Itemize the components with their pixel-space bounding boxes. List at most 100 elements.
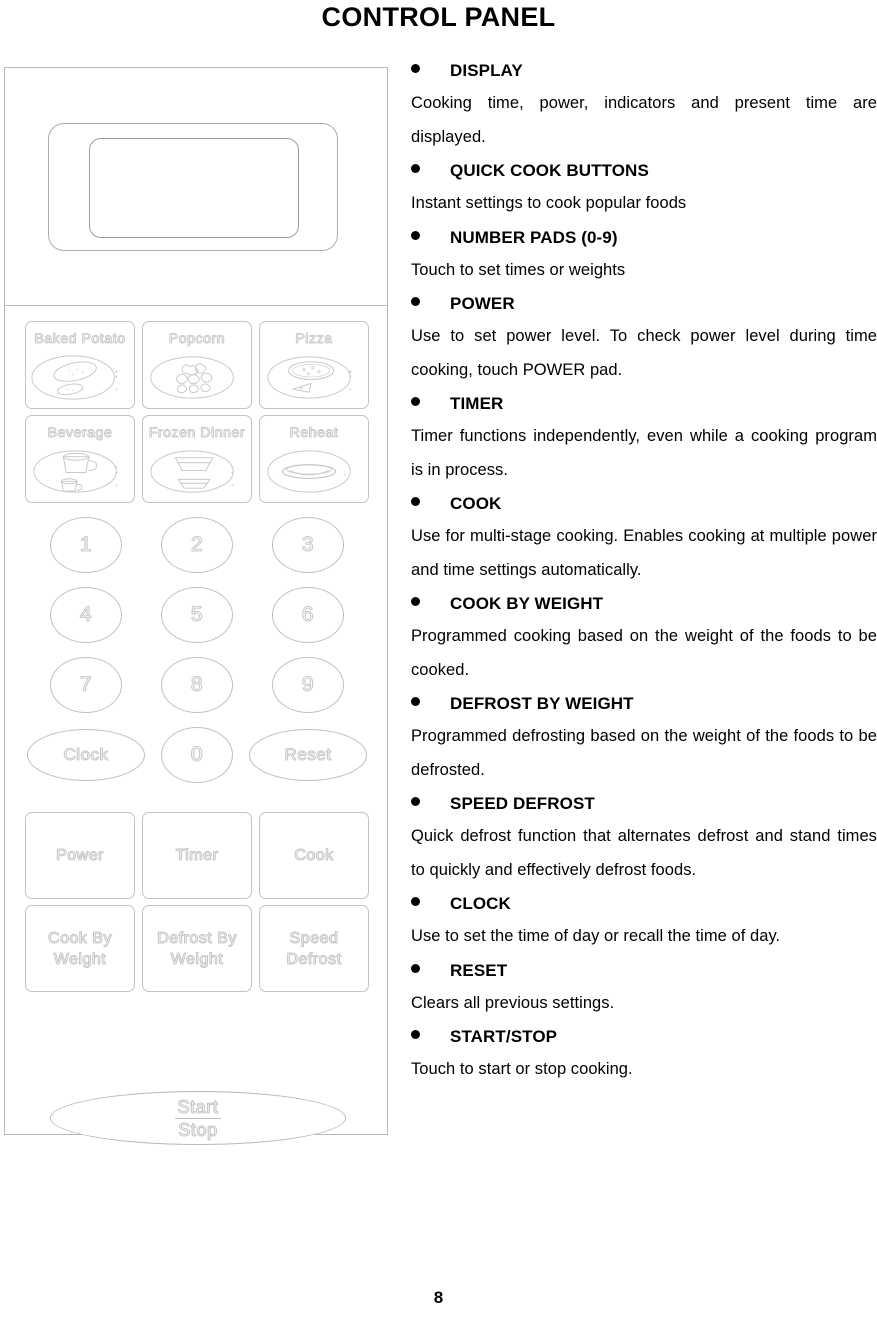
quick-cook-button-baked-potato[interactable]: Baked Potato: [25, 321, 135, 409]
bullet-icon: [411, 597, 420, 606]
defrost-by-weight-button[interactable]: Defrost By Weight: [142, 905, 252, 992]
baked-potato-icon: [31, 355, 118, 400]
description-heading-speed-defrost: SPEED DEFROST: [411, 787, 877, 820]
number-pad-9[interactable]: 9: [272, 657, 344, 713]
description-heading-cook-by-weight: COOK BY WEIGHT: [411, 587, 877, 620]
description-body-timer: Timer functions independently, even whil…: [411, 427, 877, 479]
bullet-icon: [411, 164, 420, 173]
reset-button-label: Reset: [284, 745, 332, 765]
heading-label: RESET: [450, 960, 508, 980]
speed-defrost-button[interactable]: Speed Defrost: [259, 905, 369, 992]
description-heading-display: DISPLAY: [411, 54, 877, 87]
frozen-dinner-icon: [150, 450, 234, 493]
quick-cook-button-beverage[interactable]: Beverage: [25, 415, 135, 503]
start-stop-button[interactable]: Start Stop: [50, 1091, 346, 1145]
power-button-label: Power: [56, 847, 104, 865]
number-pad-2[interactable]: 2: [161, 517, 233, 573]
heading-label: COOK: [450, 494, 502, 513]
stop-label: Stop: [178, 1119, 218, 1140]
description-body-speed-defrost: Quick defrost function that alternates d…: [411, 827, 877, 879]
quick-cook-label: Frozen Dinner: [148, 424, 246, 441]
quick-cook-label: Beverage: [47, 424, 113, 441]
number-pad-3[interactable]: 3: [272, 517, 344, 573]
number-pad-1[interactable]: 1: [50, 517, 122, 573]
number-pad-label: 1: [79, 533, 93, 557]
page-number: 8: [433, 1288, 444, 1307]
description-body-quick-cook-buttons: Instant settings to cook popular foods: [411, 194, 687, 212]
bullet-icon: [411, 797, 420, 806]
clock-button[interactable]: Clock: [27, 729, 145, 781]
number-pad-8[interactable]: 8: [161, 657, 233, 713]
quick-cook-button-popcorn[interactable]: Popcorn: [142, 321, 252, 409]
bullet-icon: [411, 697, 420, 706]
description-body-number-pads: Touch to set times or weights: [411, 260, 626, 279]
quick-cook-button-grid: Baked Potato Popcorn Pizza Beverage Froz…: [25, 321, 369, 503]
description-heading-number-pads: NUMBER PADS (0-9): [411, 221, 877, 254]
bullet-icon: [411, 397, 420, 406]
number-pad-label: 9: [301, 673, 315, 697]
description-body-cook-by-weight: Programmed cooking based on the weight o…: [411, 627, 877, 679]
heading-label: SPEED DEFROST: [450, 794, 595, 813]
description-heading-cook: COOK: [411, 487, 877, 520]
number-pad-label: 8: [190, 673, 204, 697]
heading-label: START/STOP: [450, 1027, 558, 1046]
quick-cook-button-frozen-dinner[interactable]: Frozen Dinner: [142, 415, 252, 503]
number-pad-label: 7: [79, 673, 93, 697]
description-body-power: Use to set power level. To check power l…: [411, 327, 877, 379]
number-pad-label: 5: [190, 603, 204, 627]
timer-button[interactable]: Timer: [142, 812, 252, 899]
heading-label: POWER: [450, 294, 515, 313]
number-pad-label: 3: [301, 533, 315, 557]
function-button-grid: Power Timer Cook Cook By Weight Defrost …: [25, 812, 369, 992]
quick-cook-button-reheat[interactable]: Reheat: [259, 415, 369, 503]
cook-button[interactable]: Cook: [259, 812, 369, 899]
display-screen: [89, 138, 299, 238]
defrost-by-weight-button-label: Defrost By Weight: [157, 929, 237, 968]
number-pad-label: 0: [190, 743, 204, 767]
display-window: [48, 123, 338, 251]
cook-button-label: Cook: [294, 847, 334, 865]
bullet-icon: [411, 897, 420, 906]
description-heading-defrost-by-weight: DEFROST BY WEIGHT: [411, 687, 877, 720]
number-pad-4[interactable]: 4: [50, 587, 122, 643]
description-body-display: Cooking time, power, indicators and pres…: [411, 94, 877, 146]
quick-cook-label: Reheat: [289, 424, 339, 441]
heading-label: DISPLAY: [450, 61, 523, 80]
control-panel-figure: Baked Potato Popcorn Pizza Beverage Froz…: [4, 67, 388, 1145]
description-body-clock: Use to set the time of day or recall the…: [411, 927, 781, 945]
heading-label: COOK BY WEIGHT: [450, 594, 604, 613]
bullet-icon: [411, 64, 420, 73]
control-descriptions-list: DISPLAY Cooking time, power, indicators …: [411, 54, 877, 1087]
bullet-icon: [411, 1030, 420, 1039]
quick-cook-label: Pizza: [295, 330, 333, 347]
number-pad-label: 4: [79, 603, 93, 627]
number-pad-7[interactable]: 7: [50, 657, 122, 713]
description-heading-reset: RESET: [411, 954, 877, 987]
clock-button-label: Clock: [63, 745, 109, 765]
bullet-icon: [411, 963, 420, 973]
number-pad-6[interactable]: 6: [272, 587, 344, 643]
description-body-start-stop: Touch to start or stop cooking.: [411, 1060, 633, 1078]
number-pad-0[interactable]: 0: [161, 727, 233, 783]
heading-label: TIMER: [450, 394, 504, 413]
number-pad-grid: 1 2 3 4 5 6 7 8 9 Clock 0 Reset: [27, 510, 367, 790]
cook-by-weight-button[interactable]: Cook By Weight: [25, 905, 135, 992]
quick-cook-label: Baked Potato: [34, 330, 126, 347]
quick-cook-label: Popcorn: [168, 330, 226, 347]
heading-label: CLOCK: [450, 894, 511, 913]
display-zone: [5, 68, 387, 306]
reheat-icon: [267, 450, 351, 493]
timer-button-label: Timer: [175, 847, 219, 865]
power-button[interactable]: Power: [25, 812, 135, 899]
number-pad-5[interactable]: 5: [161, 587, 233, 643]
description-heading-power: POWER: [411, 287, 877, 320]
description-heading-start-stop: START/STOP: [411, 1020, 877, 1053]
reset-button[interactable]: Reset: [249, 729, 367, 781]
quick-cook-button-pizza[interactable]: Pizza: [259, 321, 369, 409]
description-heading-quick-cook-buttons: QUICK COOK BUTTONS: [411, 154, 877, 187]
heading-label: NUMBER PADS (0-9): [450, 227, 618, 247]
description-heading-clock: CLOCK: [411, 887, 877, 920]
number-pad-label: 2: [190, 533, 204, 557]
popcorn-icon: [150, 356, 234, 399]
start-label: Start: [175, 1096, 221, 1119]
